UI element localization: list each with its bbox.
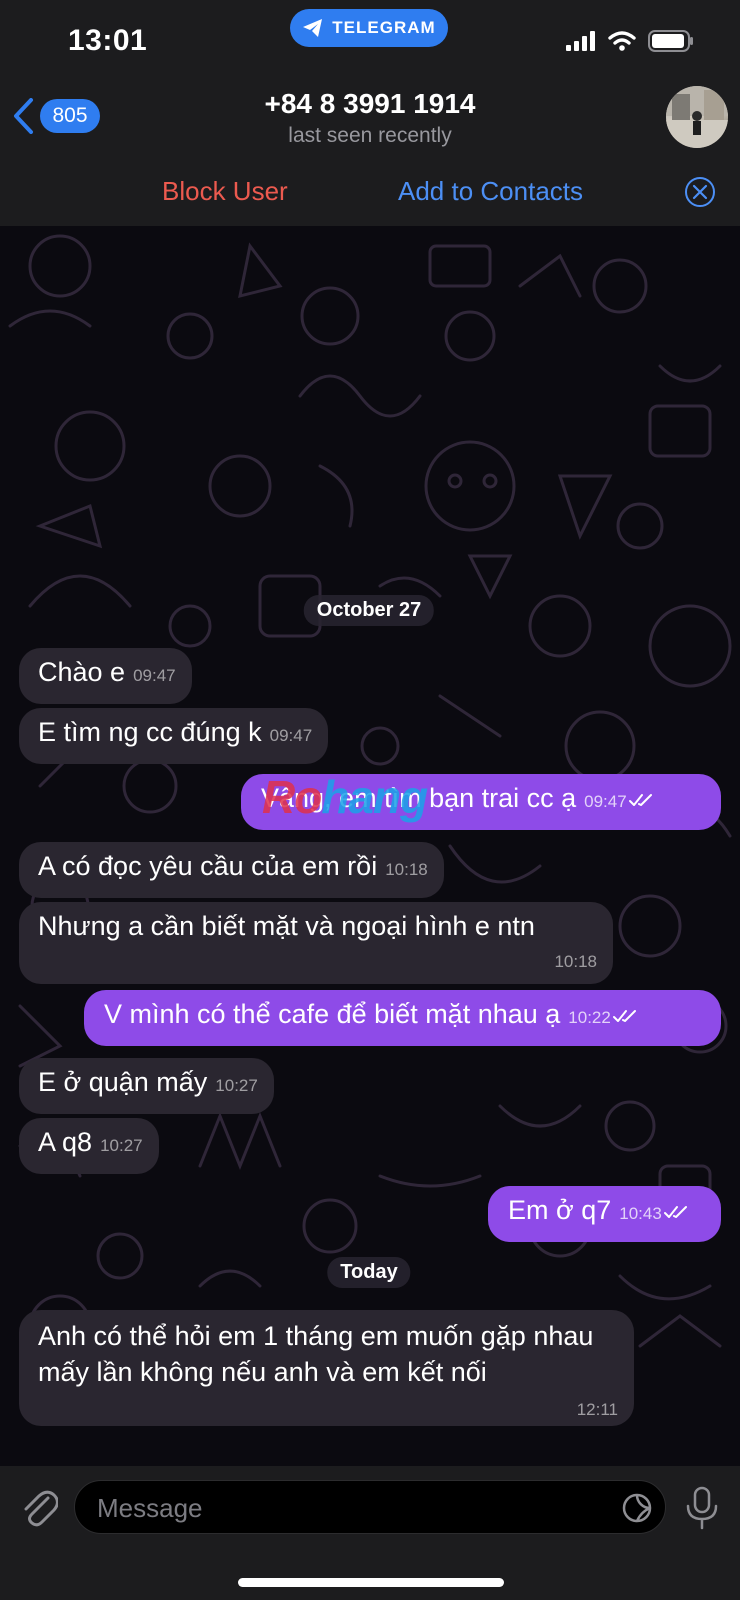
message-bubble-outgoing[interactable]: Em ở q7 10:43 <box>488 1186 721 1242</box>
telegram-plane-icon <box>303 19 323 37</box>
add-to-contacts-button[interactable]: Add to Contacts <box>398 176 583 207</box>
telegram-pill-label: TELEGRAM <box>332 18 436 37</box>
message-text: A có đọc yêu cầu của em rồi <box>38 851 378 881</box>
message-input[interactable]: Message <box>74 1480 666 1534</box>
message-bubble-incoming[interactable]: E ở quận mấy 10:27 <box>19 1058 274 1114</box>
double-check-icon <box>612 1009 636 1022</box>
date-separator: October 27 <box>303 595 435 626</box>
message-placeholder: Message <box>97 1493 203 1523</box>
date-separator: Today <box>327 1257 411 1288</box>
message-bubble-incoming[interactable]: Anh có thể hỏi em 1 tháng em muốn gặp nh… <box>19 1310 634 1426</box>
message-time: 12:11 <box>576 1400 618 1419</box>
status-time: 13:01 <box>68 24 148 57</box>
contact-avatar[interactable] <box>666 86 728 148</box>
message-bubble-incoming[interactable]: A q8 10:27 <box>19 1118 159 1174</box>
message-time: 10:27 <box>215 1076 258 1095</box>
double-check-icon <box>628 793 652 806</box>
contact-action-bar: Block User Add to Contacts <box>0 158 740 226</box>
message-time: 10:27 <box>100 1136 143 1155</box>
message-time: 10:18 <box>385 860 428 879</box>
watermark-logo: Rohang <box>262 771 428 823</box>
status-icons <box>566 30 694 52</box>
message-time: 10:22 <box>568 1008 611 1027</box>
double-check-icon <box>663 1205 687 1218</box>
avatar-photo <box>666 86 728 148</box>
message-time: 09:47 <box>269 726 313 745</box>
message-text: Chào e <box>38 657 126 687</box>
wifi-icon <box>608 31 636 51</box>
message-text: V mình có thể cafe để biết mặt nhau ạ <box>104 999 561 1029</box>
message-time: 09:47 <box>133 666 176 685</box>
message-time: 09:47 <box>584 792 627 811</box>
message-text: Anh có thể hỏi em 1 tháng em muốn gặp nh… <box>38 1321 594 1387</box>
signal-icon <box>566 31 595 51</box>
message-time: 10:18 <box>554 952 597 971</box>
block-user-button[interactable]: Block User <box>162 176 288 207</box>
message-text: A q8 <box>38 1127 93 1157</box>
message-composer: Message <box>0 1466 740 1600</box>
message-bubble-outgoing[interactable]: V mình có thể cafe để biết mặt nhau ạ 10:… <box>84 990 721 1046</box>
message-text: E tìm ng cc đúng k <box>38 717 262 747</box>
paperclip-icon[interactable] <box>18 1484 58 1528</box>
message-bubble-incoming[interactable]: Nhưng a cần biết mặt và ngoại hình e ntn… <box>19 902 613 984</box>
message-text: Em ở q7 <box>508 1195 612 1225</box>
message-time: 10:43 <box>619 1204 662 1223</box>
battery-icon <box>648 30 693 52</box>
message-bubble-incoming[interactable]: E tìm ng cc đúng k 09:47 <box>19 708 329 764</box>
sticker-icon[interactable] <box>621 1492 653 1524</box>
last-seen-status: last seen recently <box>288 124 452 147</box>
home-indicator <box>238 1578 504 1587</box>
status-bar: 13:01 TELEGRAM <box>0 0 740 70</box>
message-text: Nhưng a cần biết mặt và ngoại hình e ntn <box>38 911 535 941</box>
chat-header: 805 +84 8 3991 1914 last seen recently <box>0 70 740 159</box>
chat-area[interactable]: October 27 Chào e 09:47 E tìm ng cc đúng … <box>0 226 740 1466</box>
message-bubble-incoming[interactable]: A có đọc yêu cầu của em rồi 10:18 <box>19 842 444 898</box>
message-bubble-incoming[interactable]: Chào e 09:47 <box>19 648 192 704</box>
close-circle-icon[interactable] <box>684 176 716 208</box>
message-text: E ở quận mấy <box>38 1067 208 1097</box>
contact-title[interactable]: +84 8 3991 1914 <box>0 88 740 120</box>
telegram-pill[interactable]: TELEGRAM <box>290 9 448 47</box>
microphone-icon[interactable] <box>684 1486 720 1530</box>
